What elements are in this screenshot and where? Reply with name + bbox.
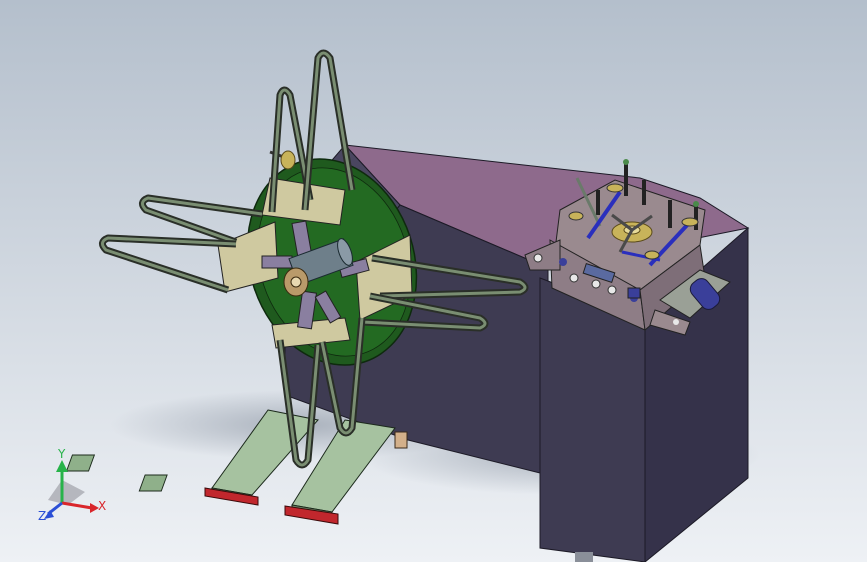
z-axis-label: Z	[38, 509, 46, 523]
x-axis-label: X	[98, 499, 106, 513]
3d-model-scene[interactable]: Y X Z	[0, 0, 867, 562]
pedestal-foot	[575, 552, 593, 562]
y-axis-label: Y	[57, 447, 66, 461]
model-viewport[interactable]: Y X Z	[0, 0, 867, 562]
